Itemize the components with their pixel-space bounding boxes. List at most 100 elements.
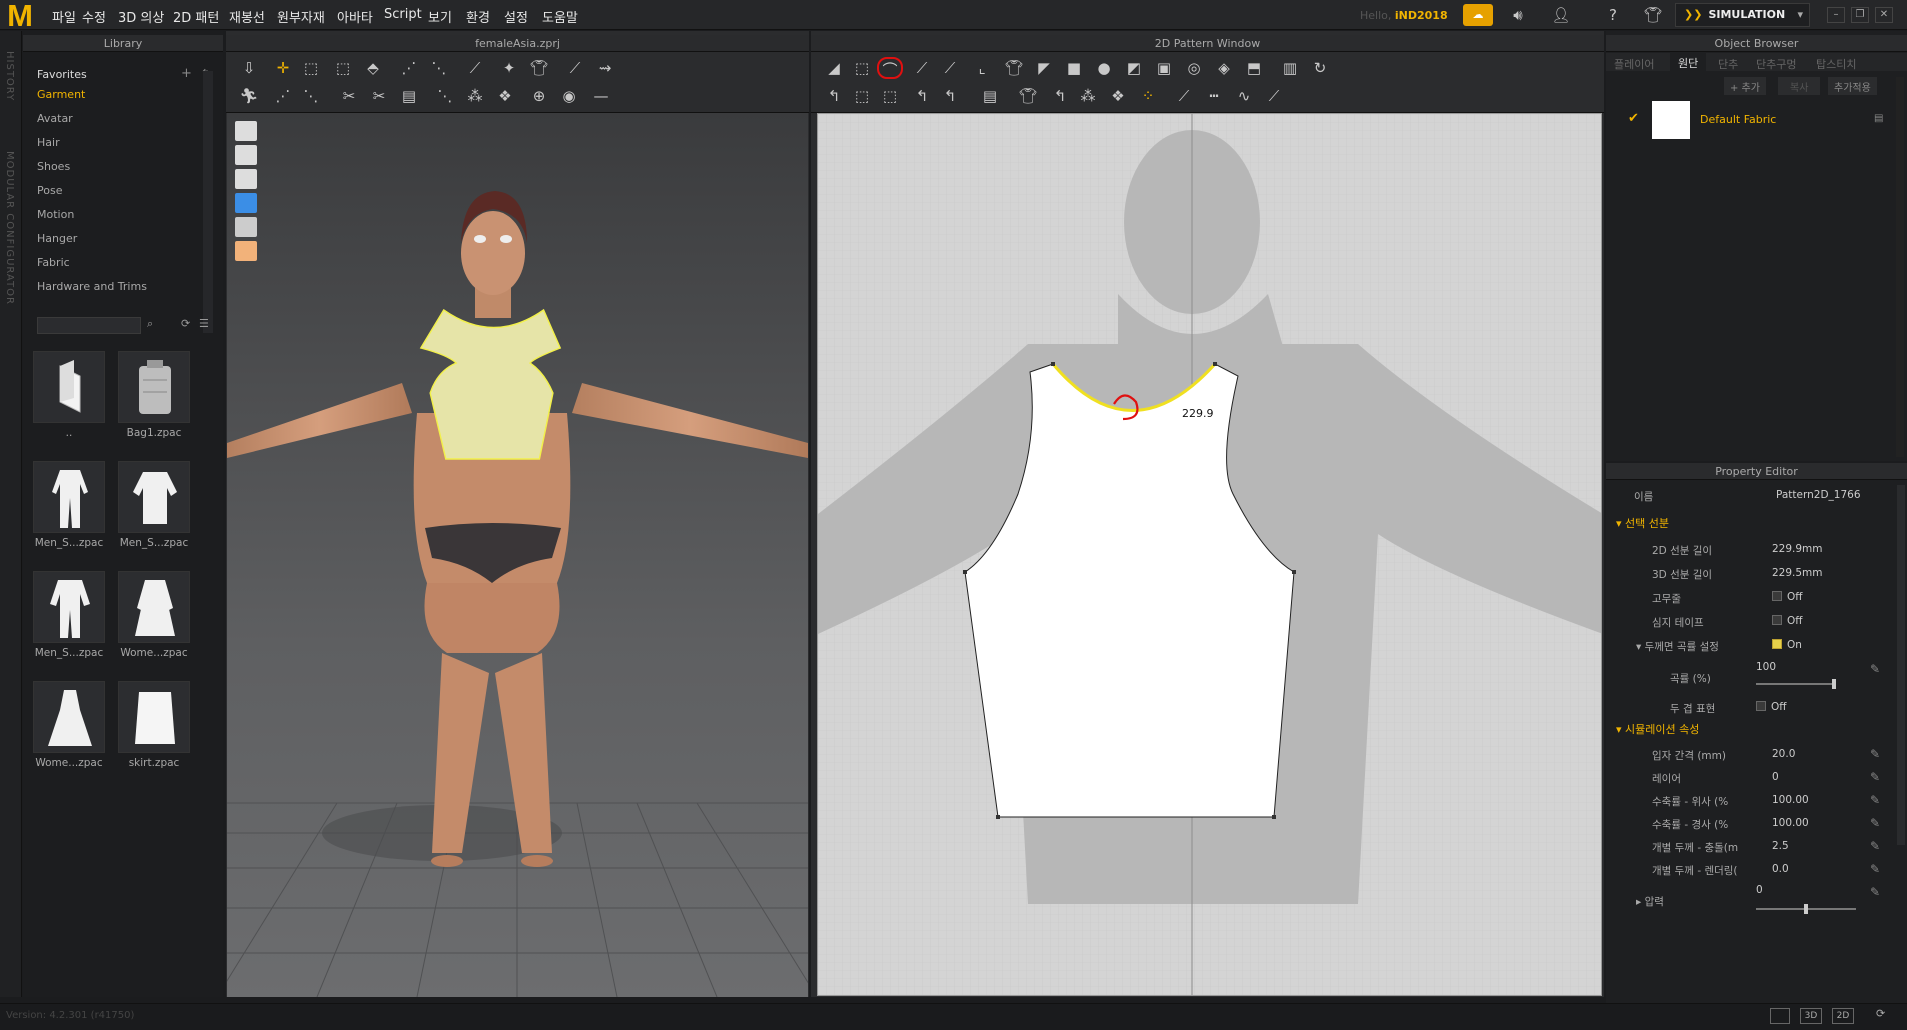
double-layer-toggle[interactable]: Off [1756,701,1787,713]
menu-edit[interactable]: 수정 [82,7,106,26]
shirt-tool-icon[interactable]: 👕︎ [526,57,552,79]
trace-icon[interactable]: ⬒ [1241,57,1267,79]
internal-circle-icon[interactable]: ◎ [1181,57,1207,79]
history-tab[interactable]: HISTORY [4,51,15,101]
menu-materials[interactable]: 원부자재 [277,7,325,26]
menu-file[interactable]: 파일 [52,7,76,26]
garment-top[interactable] [419,308,562,460]
add-fabric-button[interactable]: + 추가 [1724,77,1766,95]
slider-handle[interactable] [1804,904,1808,914]
tuck-icon[interactable]: ⋰ [396,57,422,79]
tape-icon[interactable]: ⇝ [592,57,618,79]
fabric-name[interactable]: Default Fabric [1700,113,1776,126]
thumb-men-3[interactable] [33,571,105,643]
add-point-icon[interactable]: ⟋ [937,57,963,79]
prop-value[interactable]: Pattern2D_1766 [1776,489,1861,501]
fabric-icon[interactable]: ✦ [496,57,522,79]
line-icon[interactable]: ⟋ [462,57,488,79]
buttonhole-2d-icon[interactable]: ❖ [1105,85,1131,107]
section-selected-line[interactable]: ▾ 선택 선분 [1616,515,1669,531]
minimize-button[interactable]: – [1827,7,1845,23]
thumb-men-2[interactable] [118,461,190,533]
curve-point-icon[interactable]: ⌒ [877,57,903,79]
ruler-icon[interactable]: ▤ [977,85,1003,107]
checkbox[interactable] [1772,591,1782,601]
edit-icon[interactable]: ✎ [1870,747,1880,761]
curvature-toggle[interactable]: On [1772,639,1802,651]
checkbox[interactable] [1772,615,1782,625]
measure-icon[interactable]: ⟋ [562,57,588,79]
transform-icon[interactable]: ⬚ [330,57,356,79]
layer-icon[interactable]: ▤ [396,85,422,107]
edit-icon[interactable]: ✎ [1870,662,1880,676]
circle-icon[interactable]: ● [1091,57,1117,79]
garment-view-icon[interactable] [235,145,257,165]
topstitch-icon[interactable]: ⟋ [1171,85,1197,107]
select-icon[interactable]: ⇩ [236,57,262,79]
pleats-icon[interactable]: ▥ [1277,57,1303,79]
tape-toggle[interactable]: Off [1772,615,1803,627]
2d-viewport[interactable]: 229.9 [817,113,1602,996]
sew-icon[interactable]: ⋱ [298,85,324,107]
thumb-men-1[interactable] [33,461,105,533]
polygon-icon[interactable]: ◤ [1031,57,1057,79]
edit-icon[interactable]: ✎ [1870,839,1880,853]
tab-buttonhole[interactable]: 단추구멍 [1756,56,1796,72]
library-search-input[interactable] [37,317,141,334]
tab-fabric[interactable]: 원단 [1670,53,1707,73]
section-simulation[interactable]: ▾ 시뮬레이션 속성 [1616,721,1699,737]
menu-2d-pattern[interactable]: 2D 패턴 [173,7,219,26]
internal-polygon-icon[interactable]: ◩ [1121,57,1147,79]
tuck-2d-icon[interactable]: 👕︎ [1015,85,1041,107]
curve-stitch-icon[interactable]: ∿ [1231,85,1257,107]
3d-viewport[interactable] [227,113,808,997]
help-icon[interactable]: ? [1600,4,1626,26]
zipper-icon[interactable]: — [588,85,614,107]
transform-pattern-icon[interactable]: ⬚ [849,57,875,79]
button-2d-icon[interactable]: ⁂ [1075,85,1101,107]
sew-length-icon[interactable]: ↰ [937,85,963,107]
library-item-avatar[interactable]: Avatar [37,112,73,125]
move-icon[interactable]: ✛ [270,57,296,79]
library-item-hardware[interactable]: Hardware and Trims [37,280,147,293]
library-item-hair[interactable]: Hair [37,136,60,149]
rectangle-icon[interactable]: ■ [1061,57,1087,79]
segment-sew-icon[interactable]: ↰ [821,85,847,107]
edit-point-icon[interactable]: ⌞ [969,57,995,79]
fold-icon[interactable]: ⋱ [426,57,452,79]
close-button[interactable]: ✕ [1875,7,1893,23]
scissor-icon[interactable]: ✂ [366,85,392,107]
segment-icon[interactable]: ⟋ [1261,85,1287,107]
fabric-menu-icon[interactable]: ▤ [1874,113,1883,124]
library-item-garment[interactable]: Garment [37,88,85,101]
cut-icon[interactable]: ✂ [336,85,362,107]
shirt-2d-icon[interactable]: 👕︎ [1001,57,1027,79]
property-scrollbar[interactable] [1897,485,1905,845]
user-icon[interactable]: 👤︎ [1548,4,1574,26]
seam-icon[interactable]: ⋰ [270,85,296,107]
object-scrollbar[interactable] [1896,77,1904,457]
library-item-hanger[interactable]: Hanger [37,232,77,245]
add-icon[interactable]: + [181,66,192,81]
avatar-view-icon[interactable] [235,169,257,189]
refresh-view-icon[interactable]: ⟳ [1876,1007,1885,1020]
select-point-icon[interactable]: ◢ [821,57,847,79]
2d-view-icon[interactable]: 2D [1832,1008,1854,1024]
library-item-shoes[interactable]: Shoes [37,160,70,173]
gizmo-icon[interactable]: ⁘ [1135,85,1161,107]
menu-settings[interactable]: 설정 [504,7,528,26]
fabric-swatch[interactable] [1652,101,1690,139]
avatar-move-icon[interactable]: 🏃︎ [236,85,262,107]
menu-view[interactable]: 보기 [428,7,452,26]
edit-curve-icon[interactable]: ⟋ [909,57,935,79]
menu-avatar[interactable]: 아바타 [337,7,373,26]
speaker-icon[interactable]: 🔊︎ [1505,4,1531,26]
garment-icon[interactable]: 👕︎ [1640,4,1666,26]
garment-view-icon[interactable] [235,121,257,141]
library-item-pose[interactable]: Pose [37,184,62,197]
slider-handle[interactable] [1832,679,1836,689]
menu-help[interactable]: 도움말 [542,7,578,26]
restore-button[interactable]: ❐ [1851,7,1869,23]
refresh-icon[interactable]: ⟳ [181,317,190,330]
skin-view-icon[interactable] [235,241,257,261]
